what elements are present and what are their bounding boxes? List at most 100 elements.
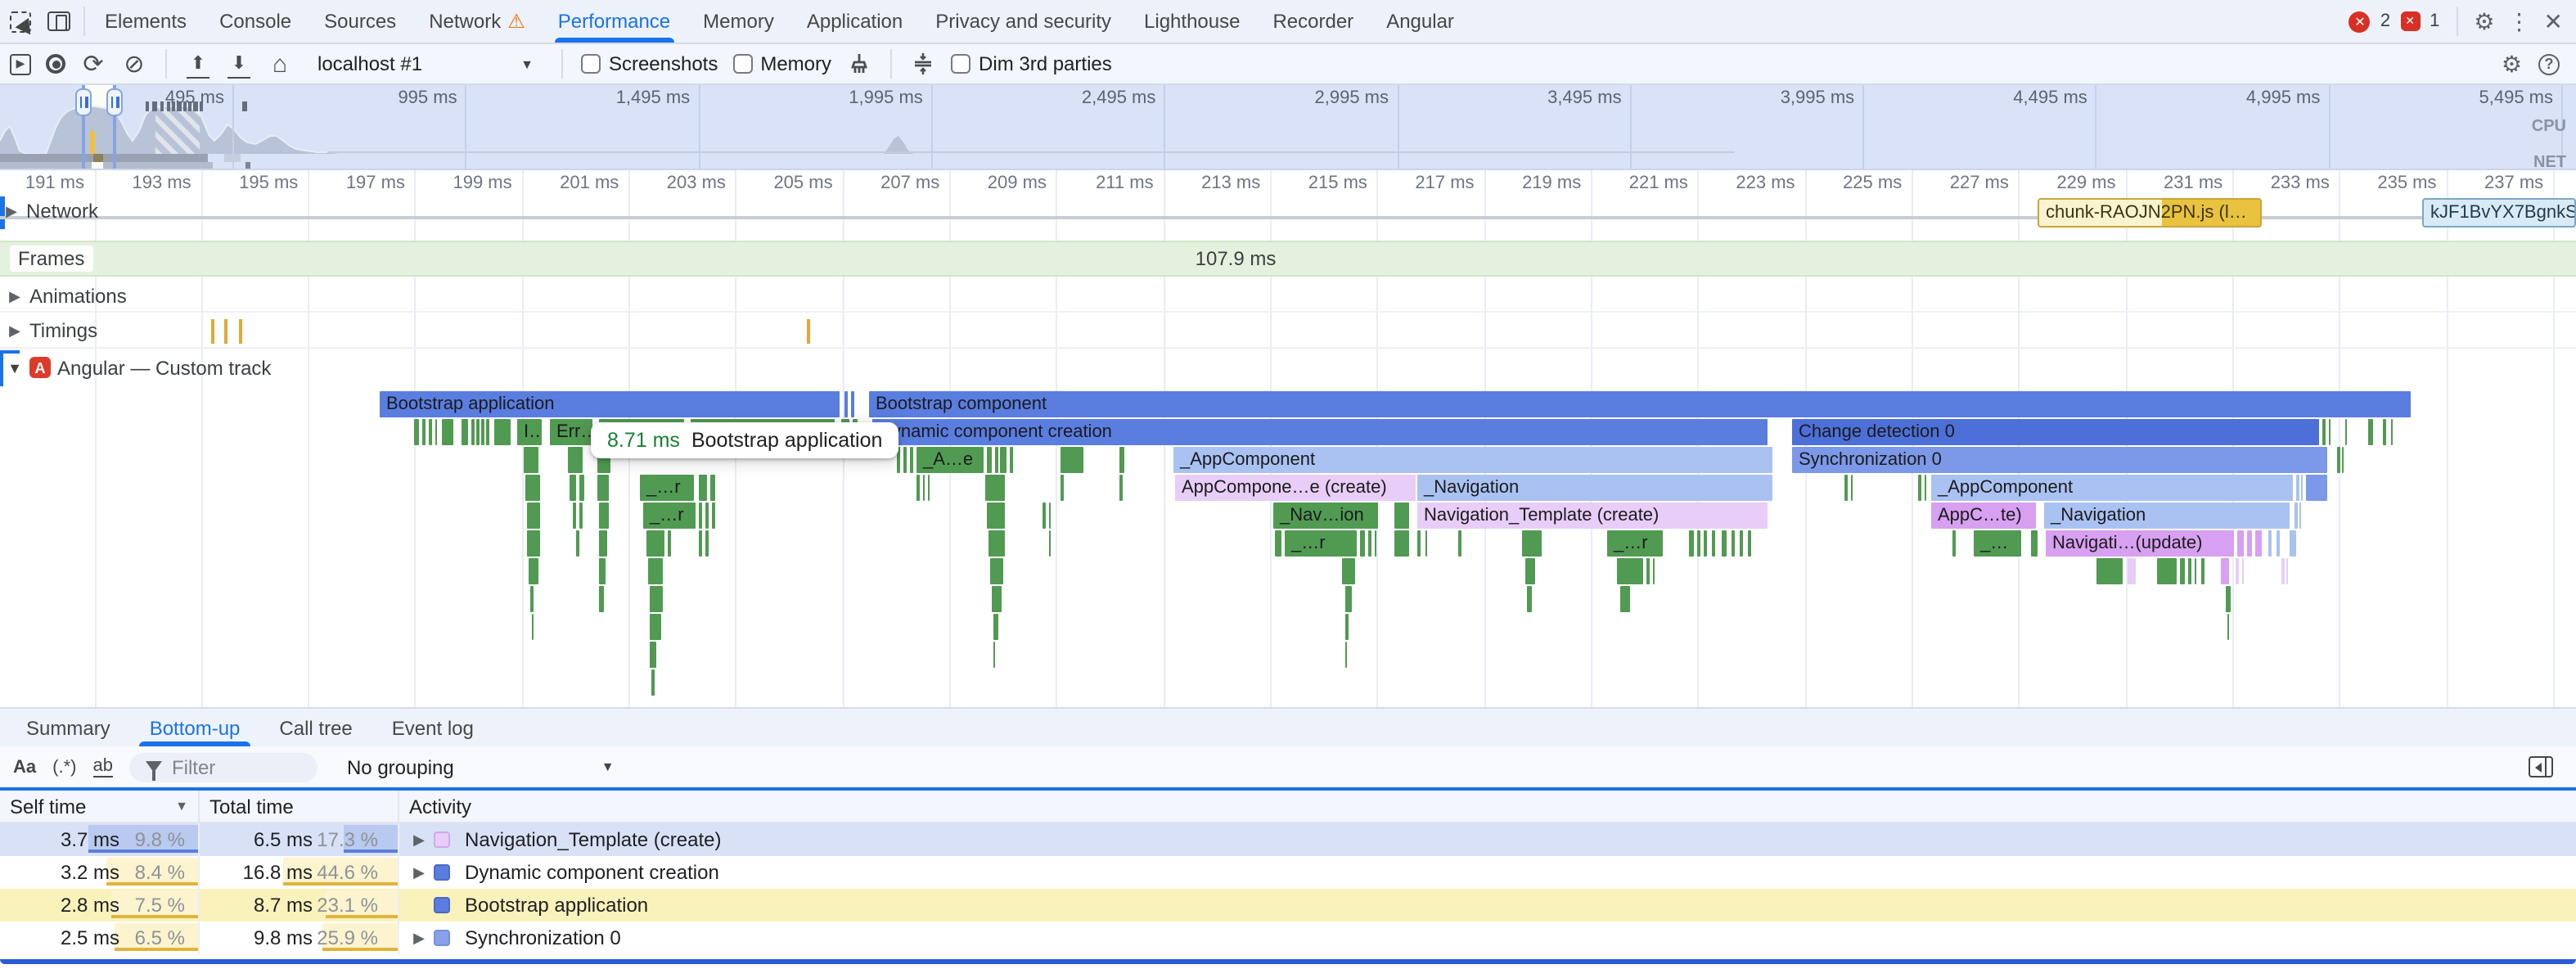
help-icon[interactable]: ? — [2538, 53, 2560, 74]
flame-event-sliver[interactable] — [2180, 558, 2185, 584]
flame-event-sliver[interactable] — [1394, 503, 1409, 529]
flame-event-sliver[interactable] — [1722, 530, 1727, 557]
flame-event[interactable]: _AppComponent — [1173, 447, 1772, 473]
flame-event-sliver[interactable] — [2195, 558, 2196, 584]
flame-event-sliver[interactable] — [486, 419, 489, 445]
table-row[interactable]: 2.8 ms7.5 %8.7 ms23.1 %Bootstrap applica… — [0, 889, 2576, 922]
column-header-total-time[interactable]: Total time — [200, 791, 399, 822]
tab-angular[interactable]: Angular — [1370, 0, 1470, 43]
flame-event-sliver[interactable] — [1689, 530, 1694, 557]
flame-event-sliver[interactable] — [650, 614, 661, 640]
frames-track[interactable]: Frames 107.9 ms — [0, 241, 2576, 277]
flame-event-sliver[interactable] — [995, 447, 998, 473]
tab-elements[interactable]: Elements — [88, 0, 203, 43]
flame-event-sliver[interactable] — [597, 475, 609, 501]
collapse-rows-icon[interactable] — [910, 51, 936, 77]
flame-event-sliver[interactable] — [928, 475, 930, 501]
flame-event[interactable]: _…r — [643, 503, 696, 529]
flame-event-sliver[interactable] — [1119, 447, 1124, 473]
flame-event-sliver[interactable] — [1345, 614, 1349, 640]
flame-event-sliver[interactable] — [1049, 503, 1051, 529]
flame-event-sliver[interactable] — [1417, 530, 1421, 557]
flame-event-sliver[interactable] — [699, 475, 707, 501]
save-profile-icon[interactable]: ⬇ — [226, 51, 252, 77]
flame-event-sliver[interactable] — [993, 642, 995, 668]
flame-event-sliver[interactable] — [2128, 558, 2136, 584]
expand-triangle-icon[interactable]: ▶ — [3, 202, 20, 220]
expand-triangle-icon[interactable]: ▶ — [409, 831, 429, 849]
load-profile-icon[interactable]: ⬆ — [185, 51, 211, 77]
flame-event-sliver[interactable] — [992, 586, 1002, 612]
flame-event-sliver[interactable] — [2337, 447, 2340, 473]
grouping-select[interactable]: No grouping ▼ — [334, 755, 615, 778]
more-menu-icon[interactable]: ⋮ — [2508, 10, 2531, 33]
animations-track[interactable]: ▶ Animations — [0, 282, 2576, 313]
flame-event-sliver[interactable] — [442, 419, 453, 445]
flame-event[interactable]: _AppComponent — [1931, 475, 2293, 501]
details-tab-call-tree[interactable]: Call tree — [259, 709, 372, 746]
screenshots-checkbox[interactable] — [581, 54, 601, 74]
flame-event-sliver[interactable] — [699, 530, 702, 557]
flame-event-sliver[interactable] — [1844, 475, 1848, 501]
flame-event-sliver[interactable] — [2299, 503, 2301, 529]
flame-event-sliver[interactable] — [989, 530, 1005, 557]
flame-event-sliver[interactable] — [1000, 447, 1007, 473]
flame-event[interactable]: AppC…te) — [1931, 503, 2036, 529]
flame-event-sliver[interactable] — [2236, 558, 2239, 584]
flame-event-sliver[interactable] — [1345, 586, 1352, 612]
flame-event-sliver[interactable] — [599, 586, 604, 612]
settings-icon[interactable]: ⚙ — [2474, 10, 2494, 33]
flame-event-sliver[interactable] — [1061, 447, 1083, 473]
flame-event-sliver[interactable] — [668, 530, 671, 557]
details-tab-summary[interactable]: Summary — [7, 709, 130, 746]
garbage-collect-icon[interactable] — [846, 51, 872, 77]
flame-event-sliver[interactable] — [1375, 530, 1376, 557]
tab-sources[interactable]: Sources — [308, 0, 412, 43]
flame-event-sliver[interactable] — [2286, 558, 2288, 584]
flame-event-sliver[interactable] — [599, 503, 609, 529]
dim-3rd-parties-checkbox-row[interactable]: Dim 3rd parties — [951, 52, 1112, 75]
flame-event-sliver[interactable] — [2383, 419, 2386, 445]
flame-event[interactable]: Err… — [550, 419, 592, 445]
flame-event-sliver[interactable] — [1425, 530, 1427, 557]
tab-performance[interactable]: Performance — [542, 0, 687, 43]
flame-event-sliver[interactable] — [2188, 558, 2191, 584]
flame-event-sliver[interactable] — [2227, 614, 2229, 640]
flame-event-sliver[interactable] — [712, 503, 715, 529]
flame-event-sliver[interactable] — [1712, 530, 1715, 557]
flame-event-sliver[interactable] — [2295, 503, 2298, 529]
flame-event-sliver[interactable] — [435, 419, 437, 445]
flame-event-sliver[interactable] — [2247, 530, 2252, 557]
flame-event[interactable]: _Navigation — [2044, 503, 2290, 529]
flame-event-sliver[interactable] — [1345, 642, 1347, 668]
flame-event-sliver[interactable] — [2296, 475, 2299, 501]
flame-event-sliver[interactable] — [1049, 530, 1051, 557]
flame-event-sliver[interactable] — [990, 558, 1003, 584]
flame-event[interactable]: _Navigation — [1417, 475, 1772, 501]
flame-event-sliver[interactable] — [573, 503, 576, 529]
flame-event-sliver[interactable] — [2201, 558, 2204, 584]
flame-event-sliver[interactable] — [1918, 475, 1921, 501]
flame-event-sliver[interactable] — [910, 447, 913, 473]
device-toolbar-icon[interactable] — [47, 11, 70, 31]
flame-event-sliver[interactable] — [2322, 419, 2326, 445]
flame-event-sliver[interactable] — [987, 447, 992, 473]
flame-event[interactable]: _A…e — [916, 447, 984, 473]
expand-triangle-icon[interactable]: ▶ — [409, 929, 429, 947]
flame-event-sliver[interactable] — [985, 475, 1005, 501]
flame-event-sliver[interactable] — [1732, 530, 1735, 557]
flame-event[interactable]: Change detection 0 — [1792, 419, 2319, 445]
table-row[interactable]: 3.7 ms9.8 %6.5 ms17.3 %▶Navigation_Templ… — [0, 823, 2576, 856]
flame-event-sliver[interactable] — [471, 419, 475, 445]
flame-event-sliver[interactable] — [648, 558, 663, 584]
flame-event-sliver[interactable] — [1527, 586, 1532, 612]
flame-event[interactable]: Navigation_Template (create) — [1417, 503, 1768, 529]
tab-network[interactable]: Network⚠ — [412, 0, 542, 43]
flame-event[interactable]: I… — [517, 419, 542, 445]
flame-event[interactable]: _…r — [640, 475, 694, 501]
inspect-element-icon[interactable] — [10, 11, 31, 32]
flame-event[interactable]: _… — [1974, 530, 2021, 557]
flame-event-sliver[interactable] — [1368, 530, 1371, 557]
flame-event-sliver[interactable] — [529, 558, 538, 584]
flame-event-sliver[interactable] — [993, 614, 998, 640]
